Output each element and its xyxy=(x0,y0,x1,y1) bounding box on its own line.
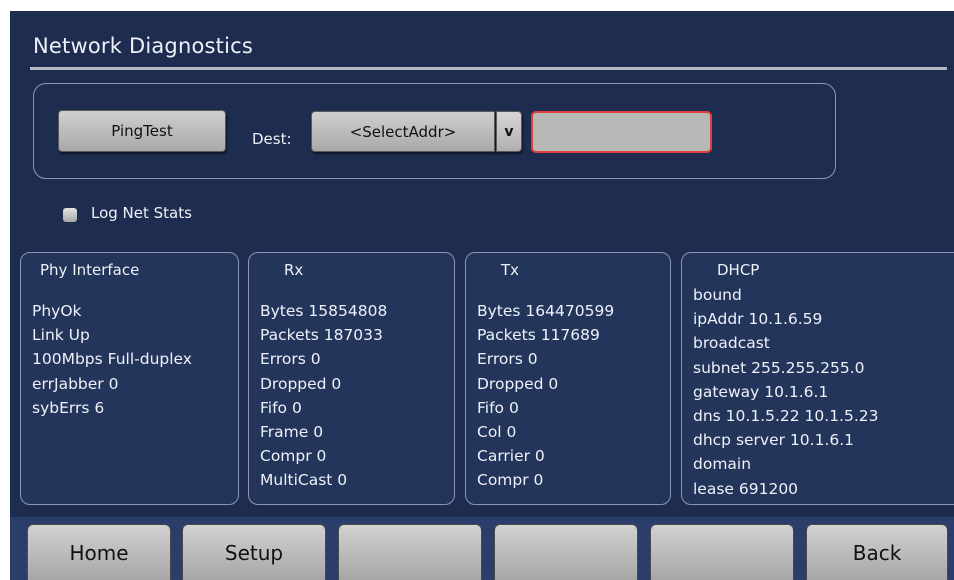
nav-button-5[interactable] xyxy=(650,524,794,580)
back-button[interactable]: Back xyxy=(806,524,948,580)
stat-line: subnet 255.255.255.0 xyxy=(693,358,865,377)
phy-interface-panel: Phy Interface PhyOk Link Up 100Mbps Full… xyxy=(20,252,239,505)
dest-address-select[interactable]: <SelectAddr> v xyxy=(311,111,522,152)
dhcp-panel: DHCP bound ipAddr 10.1.6.59 broadcast su… xyxy=(681,252,954,505)
stat-line: PhyOk xyxy=(32,302,82,320)
stat-line: Dropped 0 xyxy=(260,374,342,393)
stat-line: Compr 0 xyxy=(260,447,327,466)
stat-line: lease 691200 xyxy=(693,479,799,498)
stat-line: Packets 187033 xyxy=(260,326,383,345)
log-net-stats-label: Log Net Stats xyxy=(91,204,192,222)
diagnostics-screen: Network Diagnostics PingTest Dest: <Sele… xyxy=(10,11,954,580)
stat-line: Col 0 xyxy=(477,422,517,441)
stat-line: Errors 0 xyxy=(260,350,321,369)
phy-interface-lines: PhyOk Link Up 100Mbps Full-duplex errJab… xyxy=(32,299,192,420)
tx-panel: Tx Bytes 164470599 Packets 117689 Errors… xyxy=(465,252,671,505)
nav-button-3[interactable] xyxy=(338,524,482,580)
stat-line: gateway 10.1.6.1 xyxy=(693,382,829,401)
stat-line: MultiCast 0 xyxy=(260,471,348,490)
dhcp-title: DHCP xyxy=(717,261,760,279)
dest-label: Dest: xyxy=(252,130,292,148)
dhcp-lines: bound ipAddr 10.1.6.59 broadcast subnet … xyxy=(693,283,879,501)
setup-button[interactable]: Setup xyxy=(182,524,326,580)
title-divider xyxy=(30,67,947,70)
tx-title: Tx xyxy=(501,261,520,279)
ping-result-field[interactable] xyxy=(531,111,712,153)
log-net-stats-checkbox[interactable] xyxy=(63,208,77,222)
stat-line: Link Up xyxy=(32,326,90,345)
stat-line: dns 10.1.5.22 10.1.5.23 xyxy=(693,406,879,425)
stat-line: Compr 0 xyxy=(477,471,544,490)
stat-line: ipAddr 10.1.6.59 xyxy=(693,310,823,329)
phy-interface-title: Phy Interface xyxy=(40,261,140,279)
page-title: Network Diagnostics xyxy=(33,34,254,58)
stat-line: Bytes 164470599 xyxy=(477,302,615,320)
home-button[interactable]: Home xyxy=(27,524,171,580)
stat-line: Bytes 15854808 xyxy=(260,302,388,320)
stat-line: 100Mbps Full-duplex xyxy=(32,350,192,369)
dest-select-value[interactable]: <SelectAddr> xyxy=(311,111,495,152)
stat-line: Frame 0 xyxy=(260,422,324,441)
tx-lines: Bytes 164470599 Packets 117689 Errors 0 … xyxy=(477,299,614,493)
stat-line: sybErrs 6 xyxy=(32,398,105,417)
stat-line: broadcast xyxy=(693,334,770,353)
chevron-down-icon[interactable]: v xyxy=(496,111,522,152)
stat-line: bound xyxy=(693,286,742,304)
rx-lines: Bytes 15854808 Packets 187033 Errors 0 D… xyxy=(260,299,387,493)
ping-test-button[interactable]: PingTest xyxy=(58,110,226,152)
stat-line: Errors 0 xyxy=(477,350,538,369)
rx-panel: Rx Bytes 15854808 Packets 187033 Errors … xyxy=(248,252,455,505)
nav-button-4[interactable] xyxy=(494,524,638,580)
stat-line: Packets 117689 xyxy=(477,326,600,345)
rx-title: Rx xyxy=(284,261,304,279)
stat-line: Fifo 0 xyxy=(260,398,302,417)
stat-line: domain xyxy=(693,455,752,474)
stat-line: Dropped 0 xyxy=(477,374,559,393)
stat-line: dhcp server 10.1.6.1 xyxy=(693,431,855,450)
stat-line: Carrier 0 xyxy=(477,447,545,466)
stat-line: Fifo 0 xyxy=(477,398,519,417)
stat-line: errJabber 0 xyxy=(32,374,119,393)
